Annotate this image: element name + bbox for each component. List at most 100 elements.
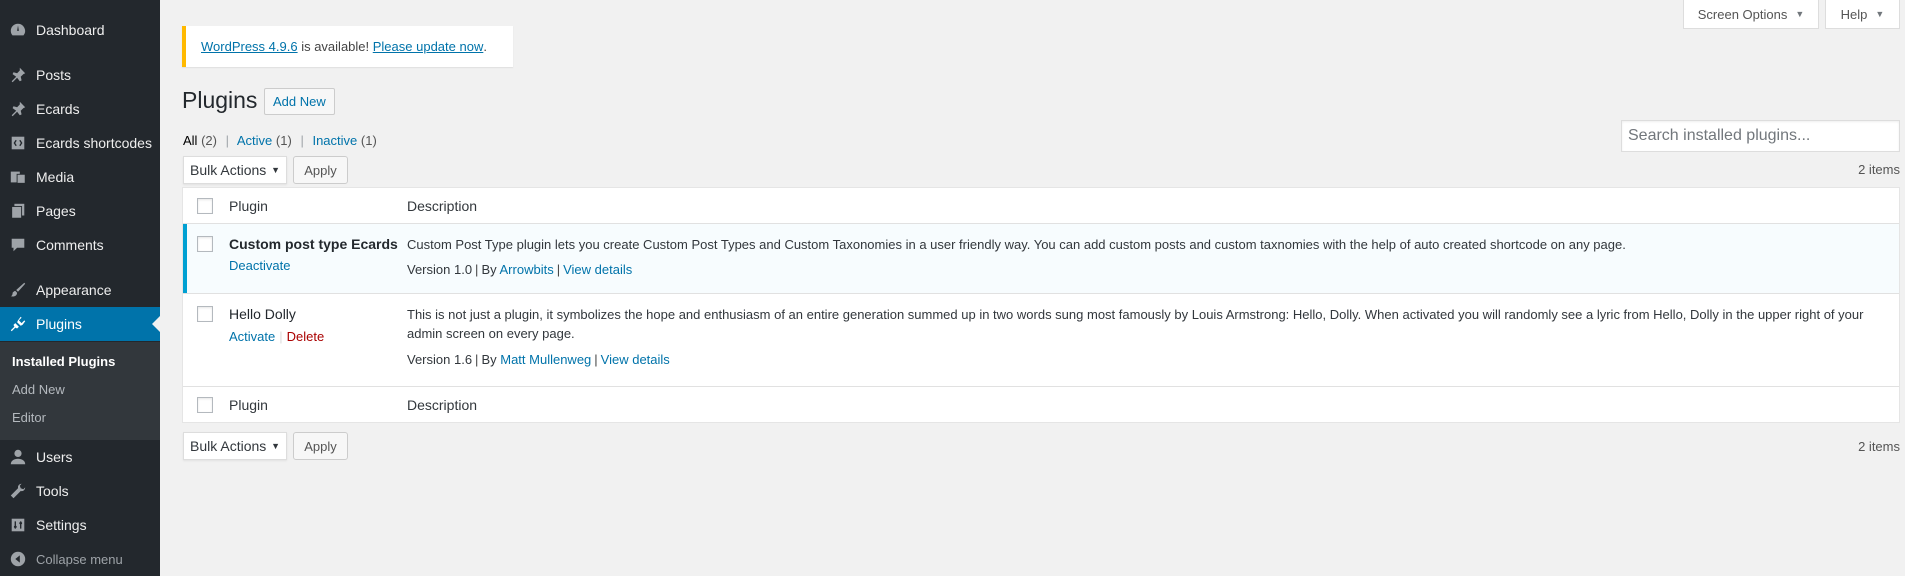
- plugin-description: Custom Post Type plugin lets you create …: [407, 237, 1626, 252]
- plugin-name: Hello Dolly: [229, 306, 296, 322]
- menu-posts[interactable]: Posts: [0, 58, 160, 92]
- apply-button-bottom[interactable]: Apply: [293, 432, 348, 460]
- wrench-icon: [8, 481, 28, 501]
- filter-inactive-count: (1): [360, 133, 377, 148]
- row-checkbox[interactable]: [197, 236, 213, 252]
- paintbrush-icon: [8, 280, 28, 300]
- pin-icon: [8, 99, 28, 119]
- help-button[interactable]: Help ▼: [1825, 0, 1900, 29]
- author-link[interactable]: Matt Mullenweg: [500, 352, 591, 367]
- collapse-menu-button[interactable]: Collapse menu: [0, 542, 160, 576]
- wordpress-version-link[interactable]: WordPress 4.9.6: [201, 39, 298, 54]
- menu-users[interactable]: Users: [0, 440, 160, 474]
- activate-link[interactable]: Activate: [229, 329, 275, 344]
- author-link[interactable]: Arrowbits: [500, 262, 554, 277]
- bulk-actions-select-bottom[interactable]: Bulk Actions ▼: [183, 432, 287, 460]
- filter-all-count: (2): [201, 133, 217, 148]
- plugin-icon: [8, 314, 28, 334]
- menu-comments[interactable]: Comments: [0, 228, 160, 262]
- caret-down-icon: ▼: [1875, 9, 1885, 19]
- row-actions: Activate | Delete: [229, 329, 325, 344]
- submenu-editor[interactable]: Editor: [12, 410, 46, 425]
- plugin-meta: Version 1.6 | By Matt Mullenweg | View detai…: [407, 352, 670, 367]
- select-all-checkbox-bottom[interactable]: [197, 397, 213, 413]
- pages-icon: [8, 201, 28, 221]
- col-plugin-header: Plugin: [229, 198, 268, 214]
- deactivate-link[interactable]: Deactivate: [229, 258, 290, 273]
- menu-ecards-shortcodes-label: Ecards shortcodes: [36, 135, 152, 151]
- dashboard-icon: [8, 20, 28, 40]
- view-details-link[interactable]: View details: [563, 262, 632, 277]
- search-plugins-input[interactable]: [1621, 120, 1900, 152]
- bulk-actions-label: Bulk Actions: [190, 162, 267, 178]
- menu-ecards[interactable]: Ecards: [0, 92, 160, 126]
- filter-active-count: (1): [275, 133, 292, 148]
- menu-dashboard[interactable]: Dashboard: [0, 13, 160, 47]
- apply-button-top[interactable]: Apply: [293, 156, 348, 184]
- users-icon: [8, 447, 28, 467]
- screen-options-label: Screen Options: [1697, 6, 1788, 22]
- media-icon: [8, 167, 28, 187]
- filter-all[interactable]: All: [183, 133, 197, 148]
- page-title: Plugins: [182, 87, 258, 113]
- bulk-actions-label: Bulk Actions: [190, 438, 267, 454]
- items-count-top: 2 items: [1858, 162, 1900, 177]
- settings-icon: [8, 515, 28, 535]
- col-description-footer: Description: [407, 397, 478, 413]
- menu-tools[interactable]: Tools: [0, 474, 160, 508]
- menu-ecards-shortcodes[interactable]: Ecards shortcodes: [0, 126, 160, 160]
- comment-icon: [8, 235, 28, 255]
- bulk-actions-select-top[interactable]: Bulk Actions ▼: [183, 156, 287, 184]
- plugin-by: By: [481, 352, 497, 367]
- add-new-button[interactable]: Add New: [264, 88, 335, 115]
- filter-separator: |: [300, 133, 304, 148]
- menu-pages-label: Pages: [36, 203, 76, 219]
- submenu-add-new[interactable]: Add New: [12, 382, 65, 397]
- plugin-version: Version 1.6: [407, 352, 473, 367]
- view-details-link[interactable]: View details: [601, 352, 670, 367]
- select-caret-icon: ▼: [271, 441, 280, 451]
- pin-icon: [8, 65, 28, 85]
- menu-settings-label: Settings: [36, 517, 87, 533]
- menu-comments-label: Comments: [36, 237, 104, 253]
- filter-active[interactable]: Active: [237, 133, 272, 148]
- menu-settings[interactable]: Settings: [0, 508, 160, 542]
- table-header: Plugin Description: [183, 188, 1899, 224]
- select-caret-icon: ▼: [271, 165, 280, 175]
- menu-plugins[interactable]: Plugins: [0, 307, 160, 341]
- menu-appearance-label: Appearance: [36, 282, 112, 298]
- plugin-version: Version 1.0: [407, 262, 473, 277]
- table-footer: Plugin Description: [183, 386, 1899, 422]
- plugin-by: By: [481, 262, 497, 277]
- collapse-arrow-icon: [8, 549, 28, 569]
- help-label: Help: [1840, 6, 1868, 22]
- select-all-checkbox[interactable]: [197, 198, 213, 214]
- submenu-installed-plugins[interactable]: Installed Plugins: [12, 354, 115, 369]
- notice-end: .: [483, 39, 487, 54]
- collapse-menu-label: Collapse menu: [36, 551, 123, 567]
- screen-options-button[interactable]: Screen Options ▼: [1683, 0, 1819, 29]
- table-row: Custom post type Ecards Deactivate Custo…: [183, 224, 1899, 293]
- shortcode-icon: [8, 133, 28, 153]
- col-plugin-footer: Plugin: [229, 397, 268, 413]
- filter-separator: |: [225, 133, 229, 148]
- menu-tools-label: Tools: [36, 483, 69, 499]
- update-now-link[interactable]: Please update now: [373, 39, 484, 54]
- menu-ecards-label: Ecards: [36, 101, 80, 117]
- plugin-meta: Version 1.0 | By Arrowbits | View details: [407, 262, 633, 277]
- row-actions: Deactivate: [229, 258, 290, 273]
- menu-pages[interactable]: Pages: [0, 194, 160, 228]
- menu-appearance[interactable]: Appearance: [0, 273, 160, 307]
- plugin-description: This is not just a plugin, it symbolizes…: [407, 307, 1864, 341]
- row-checkbox[interactable]: [197, 306, 213, 322]
- notice-text: is available!: [297, 39, 373, 54]
- table-row: Hello Dolly Activate | Delete This is not …: [183, 294, 1899, 387]
- menu-posts-label: Posts: [36, 67, 72, 83]
- menu-media-label: Media: [36, 169, 75, 185]
- menu-media[interactable]: Media: [0, 160, 160, 194]
- filter-inactive[interactable]: Inactive: [312, 133, 357, 148]
- delete-link[interactable]: Delete: [287, 329, 325, 344]
- plugins-submenu: Installed Plugins Add New Editor: [0, 342, 160, 440]
- menu-users-label: Users: [36, 449, 73, 465]
- plugins-table: Plugin Description Custom post type Ecar…: [182, 187, 1900, 423]
